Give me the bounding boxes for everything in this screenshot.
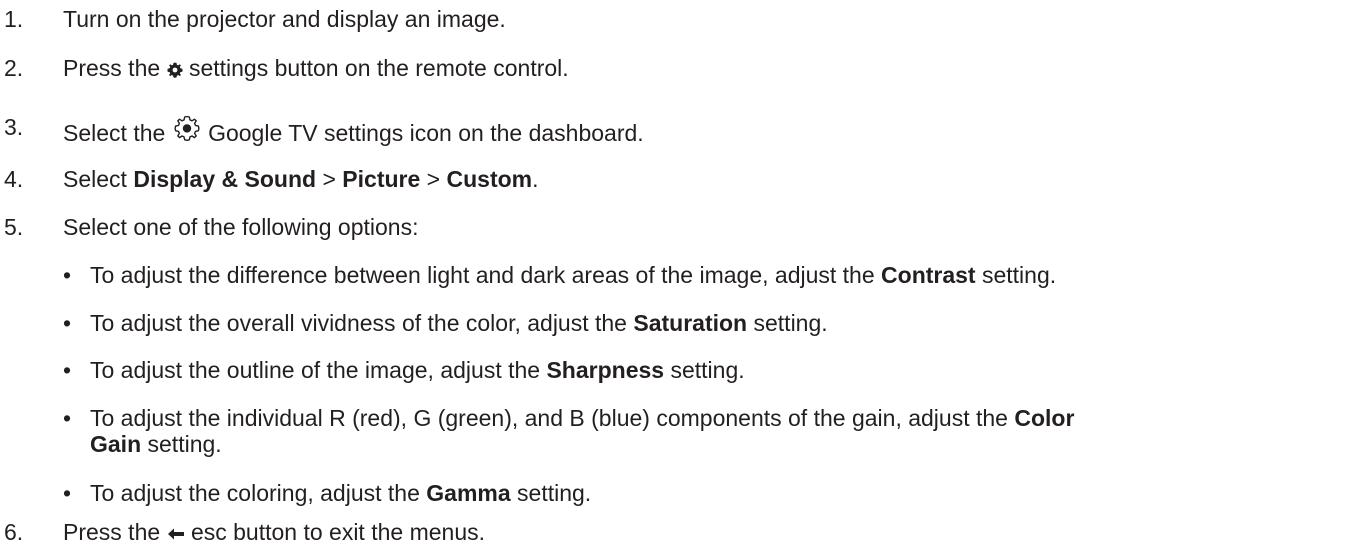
- step-number: 2.: [4, 55, 24, 81]
- step-number: 3.: [4, 114, 24, 140]
- setting-sharpness: Sharpness: [546, 357, 665, 383]
- option-text: To adjust the overall vividness of the c…: [90, 310, 828, 337]
- step-text: Turn on the projector and display an ima…: [63, 6, 506, 32]
- step-text: Press the settings button on the remote …: [63, 55, 569, 83]
- step-number: 1.: [4, 6, 24, 32]
- option-text-post: setting.: [981, 262, 1057, 288]
- step-text: Select the Google TV settings icon on th…: [63, 114, 644, 156]
- bullet: •: [63, 262, 72, 288]
- option-text-pre: To adjust the individual R (red), G (gre…: [90, 405, 1008, 431]
- option-text-post: setting.: [517, 480, 592, 506]
- menu-custom: Custom: [446, 166, 533, 192]
- step-text-pre: Press the: [63, 519, 161, 545]
- left-arrow-icon: [167, 520, 185, 547]
- option-text-pre: To adjust the overall vividness of the c…: [90, 310, 627, 336]
- option-text-pre: To adjust the difference between light a…: [90, 262, 875, 288]
- setting-saturation: Saturation: [633, 310, 748, 336]
- menu-picture: Picture: [342, 166, 421, 192]
- option-text: To adjust the outline of the image, adju…: [90, 357, 745, 384]
- setting-contrast: Contrast: [881, 262, 976, 288]
- step-text-end: .: [532, 166, 539, 192]
- step-number: 5.: [4, 214, 24, 240]
- menu-separator: >: [322, 166, 336, 192]
- bullet: •: [63, 480, 72, 506]
- setting-color: Color: [1014, 405, 1075, 431]
- option-text-pre: To adjust the outline of the image, adju…: [90, 357, 541, 383]
- option-text: To adjust the coloring, adjust the Gamma…: [90, 480, 591, 507]
- option-text: Gain setting.: [90, 431, 222, 458]
- step-text-pre: Select the: [63, 120, 166, 147]
- option-text-post: setting.: [670, 357, 745, 383]
- step-number: 6.: [4, 519, 24, 545]
- step-text: Select Display & Sound > Picture > Custo…: [63, 166, 539, 193]
- google-tv-settings-icon: [172, 114, 202, 156]
- bullet: •: [63, 357, 72, 383]
- step-text: Press the esc button to exit the menus.: [63, 519, 485, 547]
- option-text: To adjust the difference between light a…: [90, 262, 1056, 289]
- setting-gamma: Gamma: [426, 480, 511, 506]
- option-text-post: setting.: [147, 431, 222, 457]
- menu-separator: >: [426, 166, 441, 192]
- step-text-post: settings button on the remote control.: [188, 55, 569, 81]
- option-text: To adjust the individual R (red), G (gre…: [90, 405, 1074, 432]
- bullet: •: [63, 310, 72, 336]
- option-text-post: setting.: [753, 310, 828, 336]
- bullet: •: [63, 405, 72, 431]
- step-text-post: Google TV settings icon on the dashboard…: [208, 120, 644, 147]
- gear-icon: [166, 56, 183, 83]
- setting-gain: Gain: [90, 431, 142, 457]
- step-text-post: esc button to exit the menus.: [190, 519, 485, 545]
- option-text-pre: To adjust the coloring, adjust the: [90, 480, 420, 506]
- step-number: 4.: [4, 166, 24, 192]
- step-text-pre: Select: [63, 166, 127, 192]
- step-text-pre: Press the: [63, 55, 161, 81]
- menu-display-sound: Display & Sound: [133, 166, 317, 192]
- step-text: Select one of the following options:: [63, 214, 419, 240]
